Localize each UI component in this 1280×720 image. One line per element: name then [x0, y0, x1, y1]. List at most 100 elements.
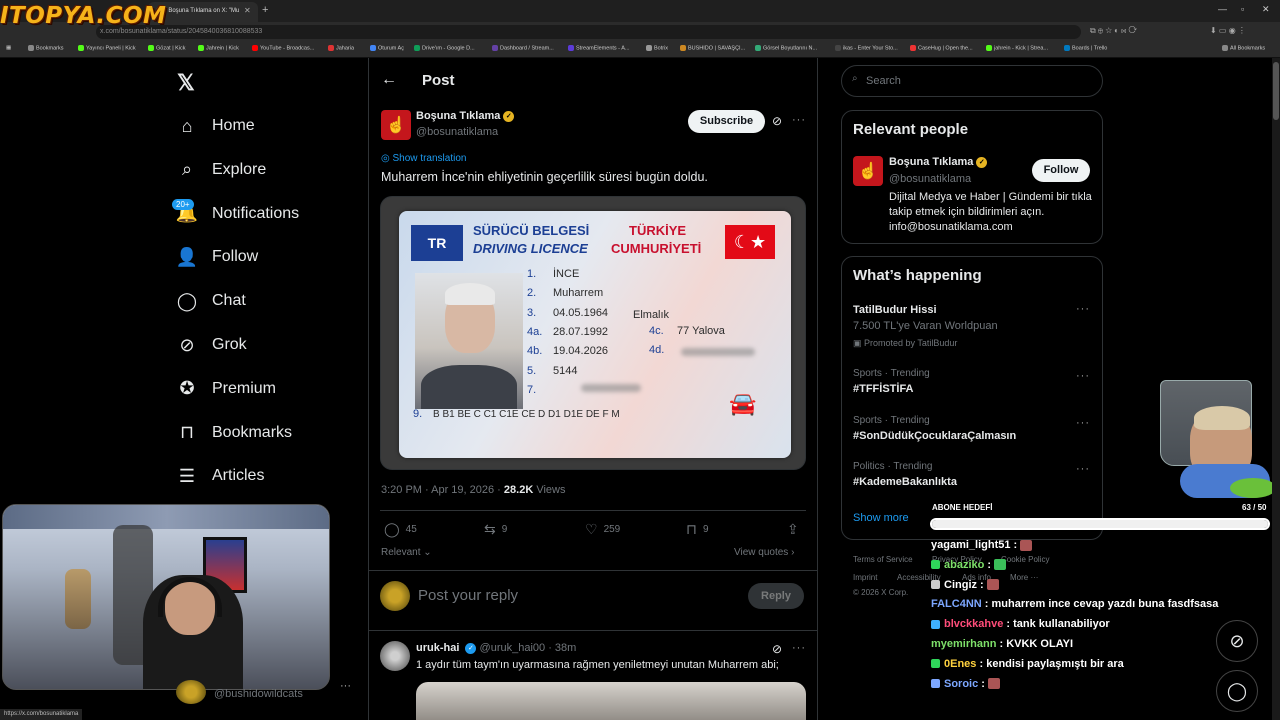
goal-label: ABONE HEDEFİ — [932, 503, 993, 512]
reply-media[interactable] — [416, 682, 806, 720]
apps-icon[interactable]: ▦ — [6, 45, 11, 51]
grok-icon[interactable]: ⊘ — [772, 642, 782, 656]
repost-action[interactable]: ⇆ 9 — [484, 521, 507, 538]
author-handle[interactable]: @bosunatiklama — [416, 126, 498, 138]
person-avatar[interactable]: ☝ — [853, 156, 883, 186]
nav-item-bookmarks[interactable]: ⊓ Bookmarks — [176, 418, 346, 448]
chat-separator: : — [996, 638, 1007, 650]
nav-item-articles[interactable]: ☰ Articles — [176, 461, 346, 491]
footer-link[interactable]: Imprint — [853, 573, 877, 582]
my-avatar[interactable] — [380, 581, 410, 611]
bookmark-item[interactable]: BUSHIDO | SAVAŞÇI... — [680, 45, 745, 51]
person-handle[interactable]: @bosunatiklama — [889, 173, 971, 185]
nav-item-chat[interactable]: ◯ Chat — [176, 286, 346, 316]
bookmark-item[interactable]: StreamElements - A... — [568, 45, 630, 51]
bookmark-item[interactable]: Jahrein | Kick — [198, 45, 239, 51]
show-more-link[interactable]: Show more — [853, 512, 909, 524]
field-label: 4b. — [527, 345, 543, 358]
bookmark-item[interactable]: Drive'ım - Google D... — [414, 45, 475, 51]
nav-item-explore[interactable]: ⌕ Explore — [176, 155, 346, 185]
more-options-icon[interactable]: ··· — [1076, 463, 1090, 475]
bookmark-item[interactable]: All Bookmarks — [1222, 45, 1265, 51]
follow-button[interactable]: Follow — [1032, 159, 1090, 182]
footer-link[interactable]: More ··· — [1010, 573, 1038, 582]
more-options-icon[interactable]: ··· — [1076, 370, 1090, 382]
footer-link[interactable]: Cookie Policy — [1001, 555, 1049, 564]
minimize-icon[interactable]: — — [1218, 4, 1227, 14]
window-close-icon[interactable]: ✕ — [1262, 4, 1270, 15]
bookmark-item[interactable]: Jaharia — [328, 45, 354, 51]
scrollbar[interactable] — [1272, 58, 1280, 720]
nav-label: Grok — [212, 336, 247, 353]
bookmark-item[interactable]: jahrein - Kick | Strea... — [986, 45, 1048, 51]
reply-author-avatar[interactable] — [380, 641, 410, 671]
bookmark-item[interactable]: Botrix — [646, 45, 668, 51]
reply-button[interactable]: Reply — [748, 583, 804, 609]
chat-message: abaziko : — [931, 559, 1007, 571]
nav-item-grok[interactable]: ⊘ Grok — [176, 330, 346, 360]
account-avatar[interactable] — [176, 680, 206, 704]
bookmark-item[interactable]: Bookmarks — [28, 45, 64, 51]
bookmark-action[interactable]: ⊓ 9 — [686, 521, 709, 538]
bookmark-item[interactable]: YouTube - Broadcas... — [252, 45, 314, 51]
driving-licence-image: TR SÜRÜCÜ BELGESİ DRIVING LICENCE TÜRKİY… — [399, 211, 791, 458]
view-quotes-link[interactable]: View quotes › — [734, 547, 794, 558]
more-options-icon[interactable]: ··· — [1076, 417, 1090, 429]
url-field[interactable]: x.com/bosunatiklama/status/2045840036810… — [96, 25, 1081, 39]
share-action[interactable]: ⇪ — [787, 521, 805, 538]
reply-action[interactable]: ◯ 45 — [384, 521, 417, 538]
reply-author[interactable]: uruk-hai ✓ @uruk_hai00 · 38m — [416, 642, 576, 654]
author-name[interactable]: Boşuna Tıklama ✓ — [416, 110, 515, 122]
search-input[interactable]: Search — [841, 65, 1103, 97]
close-icon[interactable]: ✕ — [244, 6, 251, 15]
account-more-icon[interactable]: ··· — [340, 680, 351, 692]
bookmark-item[interactable]: CaseHug | Open the... — [910, 45, 973, 51]
messages-floating-button[interactable]: ◯ — [1216, 670, 1258, 712]
account-handle[interactable]: @bushidowildcats — [214, 688, 303, 700]
subscribe-button[interactable]: Subscribe — [688, 110, 765, 133]
more-options-icon[interactable]: ··· — [1076, 303, 1090, 315]
new-tab-icon[interactable]: + — [262, 4, 268, 16]
field-label: 5. — [527, 364, 537, 377]
extensions-icon[interactable]: ⧉ ⊕ ☆ ◐ ⋈ ⟳ — [1090, 26, 1137, 36]
bookmark-item[interactable]: Oturum Aç — [370, 45, 404, 51]
nav-item-notifications[interactable]: 🔔 Notifications — [176, 199, 346, 229]
like-action[interactable]: ♡ 259 — [585, 521, 620, 538]
footer-link[interactable]: Terms of Service — [853, 555, 913, 564]
sort-replies-dropdown[interactable]: Relevant ⌄ — [381, 547, 432, 558]
tweet-media[interactable]: TR SÜRÜCÜ BELGESİ DRIVING LICENCE TÜRKİY… — [380, 196, 806, 470]
bookmark-item[interactable]: Gözat | Kick — [148, 45, 186, 51]
bookmark-label: BUSHIDO | SAVAŞÇI... — [688, 45, 746, 52]
nav-item-follow[interactable]: 👤 Follow — [176, 242, 346, 272]
x-logo-icon[interactable]: 𝕏 — [177, 70, 195, 96]
trend-name[interactable]: #TFFİSTİFA — [853, 383, 914, 395]
grok-floating-button[interactable]: ⊘ — [1216, 620, 1258, 662]
show-translation-link[interactable]: ◎ Show translation — [381, 153, 466, 164]
bookmark-item[interactable]: Yayıncı Paneli | Kick — [78, 45, 136, 51]
maximize-icon[interactable]: ▫ — [1241, 4, 1244, 14]
trend-name[interactable]: #SonDüdükÇocuklaraÇalmasın — [853, 430, 1016, 442]
back-arrow-icon[interactable]: ← — [381, 71, 397, 89]
nav-item-premium[interactable]: ✪ Premium — [176, 374, 346, 404]
bookmark-favicon-icon — [370, 45, 376, 51]
browser-menu-icon[interactable]: ⬇ ▭ ◉ ⋮ — [1210, 26, 1246, 35]
author-avatar[interactable]: ☝ — [381, 110, 411, 140]
copyright: © 2026 X Corp. — [853, 588, 909, 597]
trend-name[interactable]: TatilBudur Hissi — [853, 304, 937, 316]
bookmark-item[interactable]: ikas - Enter Your Sto... — [835, 45, 898, 51]
reply-input[interactable]: Post your reply — [418, 587, 518, 604]
bookmark-item[interactable]: Dashboard / Stream... — [492, 45, 554, 51]
trend-category: Sports · Trending — [853, 368, 930, 379]
trend-name[interactable]: #KademeBakanlıkta — [853, 476, 957, 488]
person-name[interactable]: Boşuna Tıklama ✓ — [889, 156, 988, 168]
panel-title: What’s happening — [853, 267, 982, 284]
more-options-icon[interactable]: ··· — [792, 114, 806, 126]
nav-item-home[interactable]: ⌂ Home — [176, 111, 346, 141]
scrollbar-thumb[interactable] — [1273, 62, 1279, 120]
more-options-icon[interactable]: ··· — [792, 642, 806, 654]
bookmark-label: Drive'ım - Google D... — [422, 45, 475, 52]
bookmark-label: Yayıncı Paneli | Kick — [86, 45, 136, 52]
bookmark-item[interactable]: Görsel Boyutlarını N... — [755, 45, 817, 51]
grok-icon[interactable]: ⊘ — [772, 114, 782, 128]
bookmark-item[interactable]: Boards | Trello — [1064, 45, 1107, 51]
